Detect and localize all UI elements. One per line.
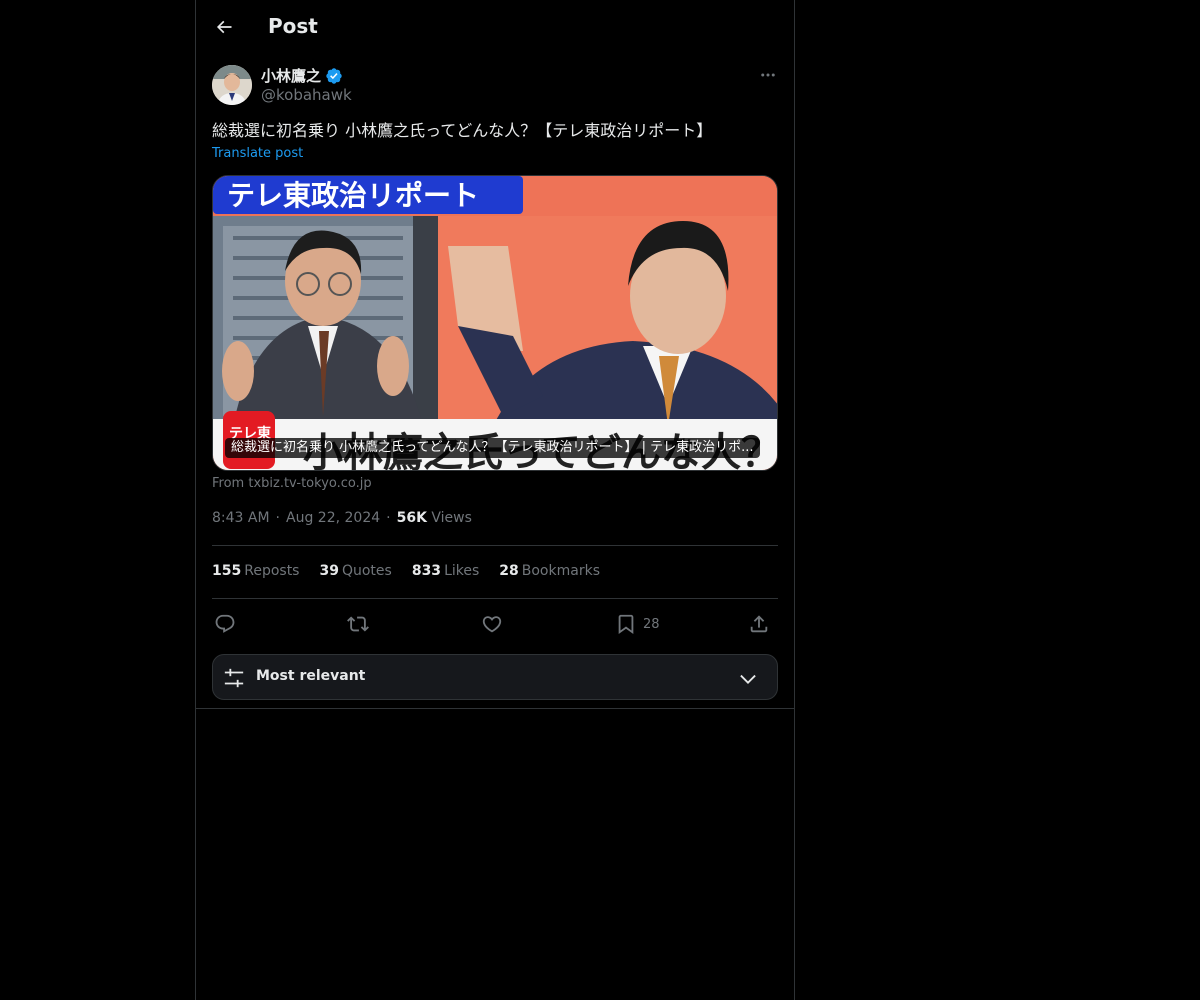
- stat-likes[interactable]: 833 Likes: [412, 563, 479, 579]
- stat-label: Reposts: [244, 563, 300, 579]
- divider: [196, 708, 794, 709]
- stat-count: 155: [212, 563, 242, 579]
- bookmark-count: 28: [643, 616, 660, 632]
- stat-reposts[interactable]: 155 Reposts: [212, 563, 299, 579]
- bookmark-icon: [618, 614, 634, 635]
- back-button[interactable]: [208, 11, 240, 43]
- stat-count: 28: [499, 563, 519, 579]
- avatar-image: [212, 65, 252, 105]
- more-options-button[interactable]: [756, 63, 780, 87]
- post-meta: 8:43 AM · Aug 22, 2024 · 56K Views: [212, 510, 472, 526]
- header: Post: [196, 0, 794, 54]
- divider: [212, 598, 778, 599]
- repost-icon: [347, 616, 369, 632]
- post-date[interactable]: Aug 22, 2024: [286, 510, 380, 526]
- more-icon: [761, 73, 775, 77]
- action-bar: 28: [212, 610, 778, 638]
- post-column: Post 小林鷹之 @kobahawk 総裁選に初名乗り 小林鷹之氏ってどんな人…: [195, 0, 795, 1000]
- bookmark-button[interactable]: 28: [615, 610, 660, 638]
- stat-count: 833: [411, 563, 442, 579]
- author-handle[interactable]: @kobahawk: [261, 86, 352, 104]
- sort-dropdown[interactable]: Most relevant: [212, 654, 778, 700]
- meta-separator: ·: [386, 510, 391, 526]
- like-button[interactable]: [481, 610, 503, 638]
- views-label: Views: [431, 510, 472, 526]
- heart-icon: [482, 616, 502, 633]
- author-name[interactable]: 小林鷹之: [261, 65, 343, 86]
- post-text: 総裁選に初名乗り 小林鷹之氏ってどんな人？【テレ東政治リポート】: [212, 121, 713, 140]
- engagement-stats: 155 Reposts 39 Quotes 833 Likes 28 Bookmarks: [212, 563, 600, 579]
- verified-badge-icon: [326, 67, 342, 84]
- page-title: Post: [268, 14, 318, 38]
- translate-post-link[interactable]: Translate post: [212, 146, 303, 161]
- chevron-down-icon: [740, 674, 756, 684]
- meta-separator: ·: [275, 510, 280, 526]
- divider: [212, 545, 778, 546]
- repost-button[interactable]: [347, 610, 369, 638]
- views-count: 56K: [396, 510, 427, 526]
- stat-label: Quotes: [341, 563, 392, 579]
- stat-quotes[interactable]: 39 Quotes: [319, 563, 391, 579]
- stat-count: 39: [319, 563, 339, 579]
- reply-icon: [215, 614, 235, 633]
- media-card-title: 総裁選に初名乗り 小林鷹之氏ってどんな人？【テレ東政治リポート】 | テレ東政治…: [225, 438, 760, 458]
- stat-bookmarks[interactable]: 28 Bookmarks: [499, 563, 600, 579]
- author-display-name[interactable]: 小林鷹之: [261, 65, 321, 86]
- back-arrow-icon: [216, 20, 232, 34]
- media-thumbnail: テレ東政治リポート テレ東 小林鷹之氏ってどんな人？: [213, 176, 777, 470]
- media-card[interactable]: テレ東政治リポート テレ東 小林鷹之氏ってどんな人？ 総裁選に初名乗り 小林鷹之…: [212, 175, 778, 471]
- avatar[interactable]: [212, 65, 252, 105]
- sort-label: Most relevant: [256, 668, 366, 684]
- sliders-icon: [224, 668, 244, 688]
- banner-text: テレ東政治リポート: [227, 179, 479, 212]
- link-source[interactable]: From txbiz.tv-tokyo.co.jp: [212, 476, 372, 491]
- stat-label: Likes: [444, 563, 480, 579]
- share-button[interactable]: [748, 610, 770, 638]
- post-time[interactable]: 8:43 AM: [212, 510, 270, 526]
- stat-label: Bookmarks: [521, 563, 600, 579]
- share-icon: [750, 615, 768, 633]
- reply-button[interactable]: [214, 610, 236, 638]
- views[interactable]: 56K Views: [397, 510, 472, 526]
